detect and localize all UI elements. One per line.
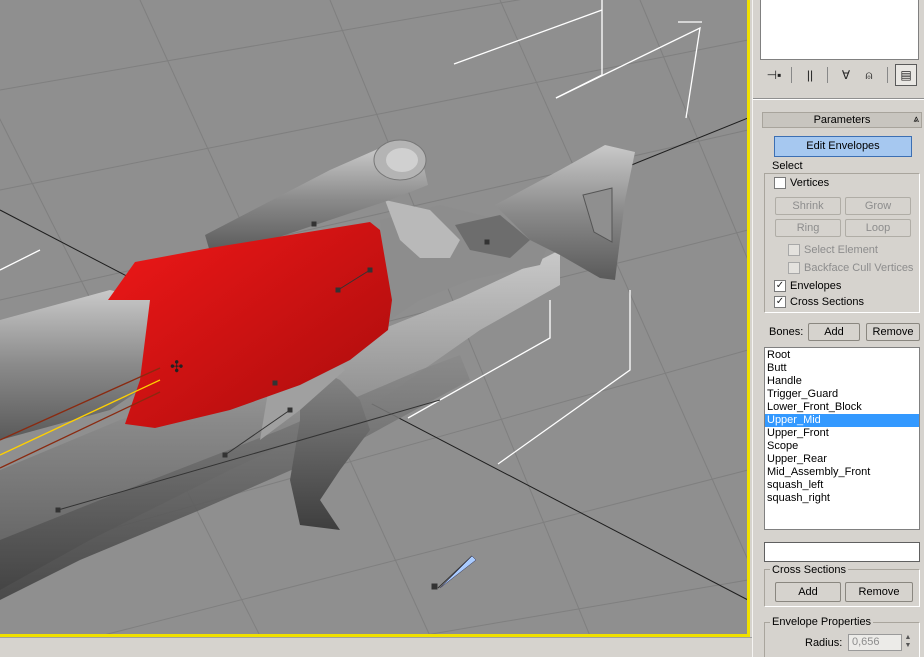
backface-cull-option[interactable]: Backface Cull Vertices bbox=[788, 262, 913, 274]
command-panel: ⊣▪ || ∀ ⍝ ▤ Parameters ⩓ Edit Envelopes … bbox=[752, 0, 924, 657]
remove-modifier-icon[interactable]: ⍝ bbox=[858, 64, 880, 86]
cross-sections-option[interactable]: ✓ Cross Sections bbox=[774, 296, 864, 308]
parameters-rollout-header[interactable]: Parameters ⩓ bbox=[762, 112, 922, 128]
select-group-title: Select bbox=[770, 160, 805, 172]
bone-item[interactable]: Upper_Rear bbox=[765, 453, 919, 466]
bone-pivot-icon: ✣ bbox=[170, 359, 183, 376]
select-element-option[interactable]: Select Element bbox=[788, 244, 878, 256]
modifier-stack-list[interactable] bbox=[760, 0, 919, 60]
bone-item[interactable]: Mid_Assembly_Front bbox=[765, 466, 919, 479]
bone-item[interactable]: Upper_Front bbox=[765, 427, 919, 440]
panel-divider bbox=[753, 98, 924, 100]
bone-item[interactable]: Scope bbox=[765, 440, 919, 453]
add-cross-section-button[interactable]: Add bbox=[775, 582, 841, 602]
modifier-stack-toolbar: ⊣▪ || ∀ ⍝ ▤ bbox=[759, 64, 921, 88]
rollout-title: Parameters bbox=[813, 114, 871, 126]
bone-item[interactable]: Butt bbox=[765, 362, 919, 375]
viewport-active-border bbox=[747, 0, 750, 636]
envelopes-option[interactable]: ✓ Envelopes bbox=[774, 280, 841, 292]
status-strip bbox=[0, 637, 752, 657]
bones-list[interactable]: Root Butt Handle Trigger_Guard Lower_Fro… bbox=[764, 347, 920, 530]
bones-label: Bones: bbox=[769, 326, 804, 338]
bone-item[interactable]: Root bbox=[765, 349, 919, 362]
shrink-button[interactable]: Shrink bbox=[775, 197, 841, 215]
vertices-checkbox[interactable] bbox=[774, 177, 786, 189]
cross-sections-label: Cross Sections bbox=[790, 296, 864, 308]
select-group-frame bbox=[764, 173, 920, 313]
ring-button[interactable]: Ring bbox=[775, 219, 841, 237]
select-element-checkbox[interactable] bbox=[788, 244, 800, 256]
bone-item[interactable]: Handle bbox=[765, 375, 919, 388]
vertices-option[interactable]: Vertices bbox=[774, 177, 829, 189]
backface-cull-label: Backface Cull Vertices bbox=[804, 262, 914, 274]
collapse-icon[interactable]: ⩓ bbox=[913, 113, 919, 127]
loop-button[interactable]: Loop bbox=[845, 219, 911, 237]
vertices-label: Vertices bbox=[790, 177, 830, 189]
envelopes-label: Envelopes bbox=[790, 280, 842, 292]
remove-bone-button[interactable]: Remove bbox=[866, 323, 920, 341]
backface-cull-checkbox[interactable] bbox=[788, 262, 800, 274]
bone-item[interactable]: Lower_Front_Block bbox=[765, 401, 919, 414]
cross-sections-group-title: Cross Sections bbox=[770, 564, 848, 576]
pin-stack-icon[interactable]: ⊣▪ bbox=[763, 64, 785, 86]
viewport-scene[interactable]: ✣ bbox=[0, 0, 748, 636]
configure-modifier-sets-icon[interactable]: ▤ bbox=[895, 64, 917, 86]
radius-spinner[interactable]: 0,656 bbox=[848, 634, 902, 651]
bone-item[interactable]: squash_right bbox=[765, 492, 919, 505]
cross-sections-checkbox[interactable]: ✓ bbox=[774, 296, 786, 308]
spinner-arrows-icon[interactable]: ▲ ▼ bbox=[903, 634, 913, 651]
envelope-properties-title: Envelope Properties bbox=[770, 616, 874, 628]
bone-item-selected[interactable]: Upper_Mid bbox=[765, 414, 919, 427]
select-element-label: Select Element bbox=[804, 244, 878, 256]
bone-item[interactable]: Trigger_Guard bbox=[765, 388, 919, 401]
show-end-result-icon[interactable]: || bbox=[799, 64, 821, 86]
radius-label: Radius: bbox=[805, 637, 843, 649]
remove-cross-section-button[interactable]: Remove bbox=[845, 582, 913, 602]
bone-item[interactable]: squash_left bbox=[765, 479, 919, 492]
perspective-viewport[interactable]: ✣ bbox=[0, 0, 748, 636]
grow-button[interactable]: Grow bbox=[845, 197, 911, 215]
cross-section-field[interactable] bbox=[764, 542, 920, 562]
add-bone-button[interactable]: Add bbox=[808, 323, 860, 341]
envelopes-checkbox[interactable]: ✓ bbox=[774, 280, 786, 292]
edit-envelopes-button[interactable]: Edit Envelopes bbox=[774, 136, 912, 157]
make-unique-icon[interactable]: ∀ bbox=[835, 64, 857, 86]
